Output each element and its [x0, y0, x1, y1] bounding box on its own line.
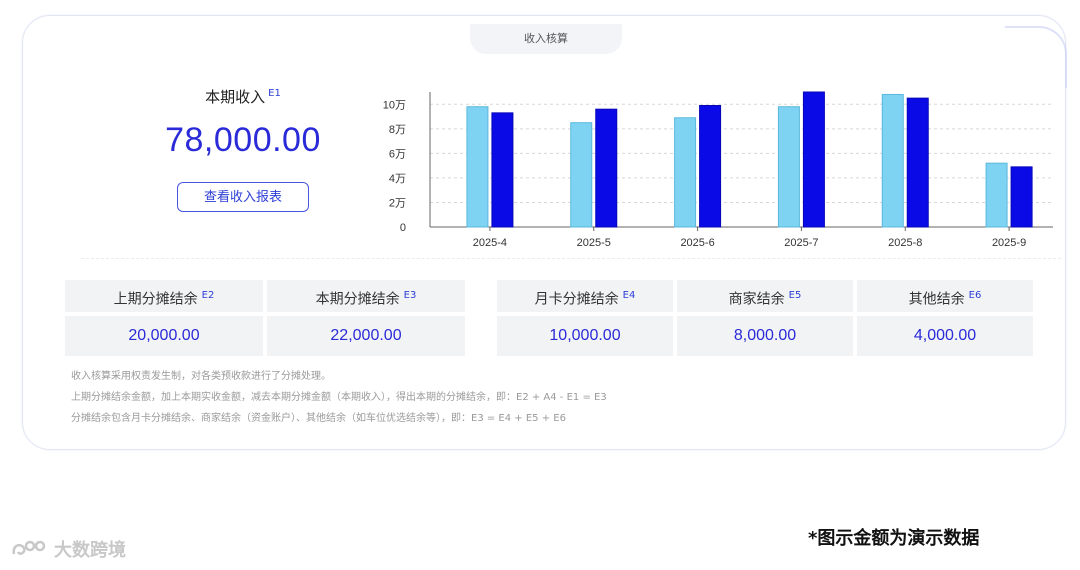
current-income-amount: 78,000.00: [165, 121, 321, 159]
balance-header: 商家结余 E5: [677, 280, 853, 312]
current-income-summary: 本期收入 E1 78,000.00 查看收入报表: [118, 86, 368, 212]
section-divider: [81, 258, 1061, 259]
current-income-tag: E1: [268, 88, 281, 99]
y-tick-label: 6万: [389, 148, 406, 160]
balance-header-text: 月卡分摊结余: [534, 291, 619, 308]
balance-tag: E5: [788, 290, 802, 301]
explanation-notes: 收入核算采用权责发生制，对各类预收款进行了分摊处理。 上期分摊结余金额，加上本期…: [71, 366, 607, 429]
balance-header-text: 其他结余: [908, 291, 965, 308]
balance-tag: E2: [201, 290, 215, 301]
current-income-label: 本期收入 E1: [118, 86, 368, 107]
balance-value: 4,000.00: [857, 316, 1033, 356]
bar: [491, 112, 514, 228]
card-title: 收入核算: [470, 24, 622, 54]
bar: [595, 108, 618, 228]
balance-header-text: 本期分摊结余: [315, 291, 400, 308]
x-tick-label: 2025-5: [577, 237, 611, 249]
balance-col-e2: 上期分摊结余 E2 20,000.00: [65, 280, 263, 356]
allocation-balance-group: 上期分摊结余 E2 20,000.00 本期分摊结余 E3 22,000.00: [65, 280, 465, 356]
balance-tag: E3: [403, 290, 417, 301]
bar: [985, 162, 1008, 228]
bar: [466, 106, 489, 228]
balance-header-text: 商家结余: [728, 291, 785, 308]
view-income-report-button[interactable]: 查看收入报表: [177, 182, 309, 212]
balance-tag: E6: [968, 290, 982, 301]
balance-header: 上期分摊结余 E2: [65, 280, 263, 312]
balance-col-e6: 其他结余 E6 4,000.00: [857, 280, 1033, 356]
bar: [1010, 166, 1033, 228]
bar: [570, 122, 593, 228]
watermark-icon: [12, 540, 46, 555]
x-tick-label: 2025-4: [473, 237, 507, 249]
bar: [777, 106, 800, 228]
y-tick-label: 8万: [389, 124, 406, 136]
demo-data-disclaimer: *图示金额为演示数据: [808, 528, 980, 549]
watermark-logo: 大数跨境: [10, 536, 126, 562]
x-tick-label: 2025-8: [888, 237, 922, 249]
balance-header: 其他结余 E6: [857, 280, 1033, 312]
y-tick-label: 10万: [383, 99, 406, 111]
y-tick-label: 4万: [389, 173, 406, 185]
balance-header: 本期分摊结余 E3: [267, 280, 465, 312]
balance-value: 8,000.00: [677, 316, 853, 356]
balance-col-e3: 本期分摊结余 E3 22,000.00: [267, 280, 465, 356]
income-accounting-card: 收入核算 本期收入 E1 78,000.00 查看收入报表 0 2万 4万 6万 8万 10…: [22, 15, 1067, 450]
y-tick-label: 2万: [389, 197, 406, 209]
x-tick-label: 2025-6: [680, 237, 714, 249]
balance-value: 22,000.00: [267, 316, 465, 356]
note-line: 收入核算采用权责发生制，对各类预收款进行了分摊处理。: [71, 371, 331, 382]
current-income-label-text: 本期收入: [205, 88, 266, 106]
balance-header-text: 上期分摊结余: [113, 291, 198, 308]
bar: [674, 117, 697, 228]
balance-value: 10,000.00: [497, 316, 673, 356]
note-line: 上期分摊结余金额，加上本期实收金额，减去本期分摊金额（本期收入），得出本期的分摊…: [71, 392, 607, 403]
balance-header: 月卡分摊结余 E4: [497, 280, 673, 312]
bar: [699, 105, 722, 228]
bar: [906, 97, 929, 228]
note-line: 分摊结余包含月卡分摊结余、商家结余（资金账户）、其他结余（如车位优选结余等），即…: [71, 413, 566, 424]
x-tick-label: 2025-9: [992, 237, 1026, 249]
income-bar-chart: 0 2万 4万 6万 8万 10万 2025-4 2025-5 2025-6 2025-7 2025…: [383, 91, 1053, 249]
bar: [802, 91, 825, 228]
balance-value: 20,000.00: [65, 316, 263, 356]
bar: [881, 93, 904, 228]
x-tick-label: 2025-7: [784, 237, 818, 249]
balance-tag: E4: [622, 290, 636, 301]
y-tick-label: 0: [400, 222, 406, 234]
balance-col-e5: 商家结余 E5 8,000.00: [677, 280, 853, 356]
watermark-text: 大数跨境: [54, 540, 126, 561]
balance-breakdown-group: 月卡分摊结余 E4 10,000.00 商家结余 E5 8,000.00 其他结余 E…: [497, 280, 1033, 356]
balance-col-e4: 月卡分摊结余 E4 10,000.00: [497, 280, 673, 356]
